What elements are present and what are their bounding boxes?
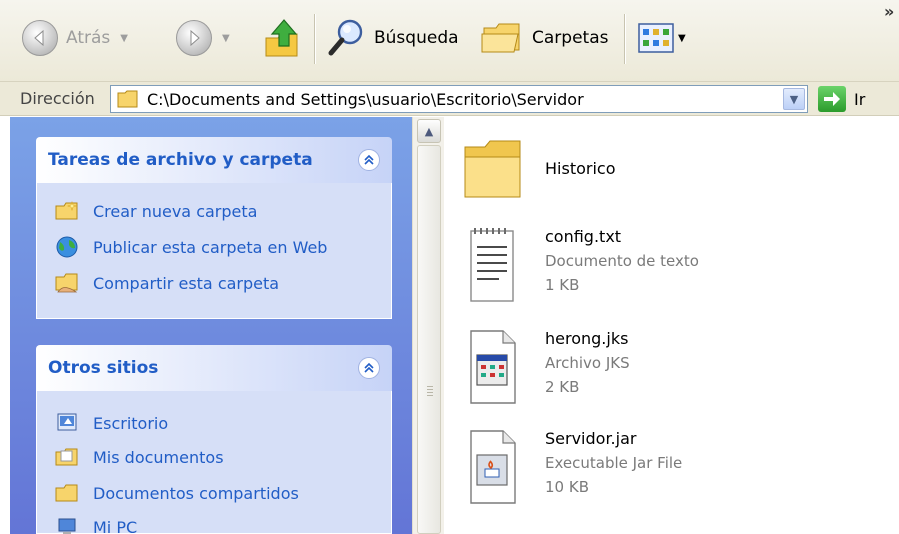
shared-documents-icon bbox=[55, 482, 79, 504]
scroll-grip bbox=[427, 389, 433, 390]
go-label: Ir bbox=[854, 89, 866, 109]
toolbar-separator bbox=[624, 14, 626, 64]
task-label: Crear nueva carpeta bbox=[93, 201, 258, 221]
task-label: Publicar esta carpeta en Web bbox=[93, 237, 328, 257]
back-button[interactable]: Atrás ▼ bbox=[22, 14, 128, 62]
scroll-thumb[interactable] bbox=[417, 145, 441, 534]
file-item-herong[interactable]: herong.jks Archivo JKS 2 KB bbox=[463, 327, 630, 404]
task-publish-web[interactable]: Publicar esta carpeta en Web bbox=[55, 233, 327, 261]
other-places-header[interactable]: Otros sitios bbox=[36, 345, 392, 391]
task-label: Mis documentos bbox=[93, 447, 224, 467]
go-arrow-icon bbox=[818, 86, 846, 112]
address-label: Dirección bbox=[20, 89, 95, 108]
file-list: Historico config.txt Documento de texto … bbox=[445, 117, 899, 534]
search-label: Búsqueda bbox=[374, 28, 459, 48]
file-name: Historico bbox=[545, 159, 616, 178]
search-button[interactable]: Búsqueda bbox=[326, 14, 459, 62]
scroll-grip bbox=[427, 395, 433, 396]
file-name: config.txt bbox=[545, 227, 622, 246]
text-file-icon bbox=[463, 225, 523, 302]
scroll-grip bbox=[427, 392, 433, 393]
task-share-folder[interactable]: Compartir esta carpeta bbox=[55, 269, 279, 297]
views-icon bbox=[638, 23, 674, 53]
up-folder-button[interactable] bbox=[262, 14, 302, 62]
place-desktop[interactable]: Escritorio bbox=[55, 409, 168, 437]
task-create-folder[interactable]: Crear nueva carpeta bbox=[55, 197, 257, 225]
file-size: 2 KB bbox=[545, 378, 580, 396]
folder-icon bbox=[117, 90, 138, 108]
address-dropdown-icon[interactable]: ▼ bbox=[783, 88, 805, 110]
folder-icon bbox=[463, 137, 523, 203]
collapse-chevron-icon[interactable] bbox=[358, 149, 380, 171]
place-shared-documents[interactable]: Documentos compartidos bbox=[55, 479, 299, 507]
file-item-historico[interactable]: Historico bbox=[463, 137, 615, 203]
file-item-servidor[interactable]: Servidor.jar Executable Jar File 10 KB bbox=[463, 427, 683, 504]
forward-arrow-icon bbox=[176, 20, 212, 56]
search-icon bbox=[328, 19, 363, 56]
toolbar-separator bbox=[314, 14, 316, 64]
my-documents-icon bbox=[55, 446, 79, 468]
folders-label: Carpetas bbox=[532, 28, 609, 48]
back-label: Atrás bbox=[66, 28, 111, 48]
back-dropdown-icon[interactable]: ▼ bbox=[120, 33, 128, 44]
my-computer-icon bbox=[55, 516, 79, 534]
publish-web-icon bbox=[55, 236, 79, 258]
file-name: herong.jks bbox=[545, 329, 629, 348]
address-bar: Dirección C:\Documents and Settings\usua… bbox=[0, 82, 899, 116]
toolbar-overflow-chevron[interactable]: » bbox=[884, 2, 894, 21]
up-folder-icon bbox=[265, 19, 298, 57]
file-tasks-header[interactable]: Tareas de archivo y carpeta bbox=[36, 137, 392, 183]
go-button[interactable]: Ir bbox=[818, 86, 865, 112]
task-pane: Tareas de archivo y carpeta Crear nueva … bbox=[10, 117, 412, 534]
other-places-body: Escritorio Mis documentos Documentos com… bbox=[36, 391, 392, 534]
new-folder-icon bbox=[55, 200, 79, 222]
file-type: Documento de texto bbox=[545, 252, 699, 270]
toolbar: Atrás ▼ ▼ Búsqueda Carpetas ▼ » bbox=[0, 0, 899, 82]
task-label: Escritorio bbox=[93, 413, 169, 433]
file-item-config[interactable]: config.txt Documento de texto 1 KB bbox=[463, 225, 699, 302]
file-tasks-body: Crear nueva carpeta Publicar esta carpet… bbox=[36, 183, 392, 319]
other-places-title: Otros sitios bbox=[48, 358, 159, 378]
jar-file-icon bbox=[463, 427, 523, 504]
task-pane-scrollbar[interactable]: ▲ bbox=[412, 117, 444, 534]
file-size: 10 KB bbox=[545, 478, 589, 496]
place-my-computer[interactable]: Mi PC bbox=[55, 513, 137, 534]
desktop-icon bbox=[55, 412, 79, 434]
views-button[interactable]: ▼ bbox=[638, 14, 686, 62]
collapse-chevron-icon[interactable] bbox=[358, 357, 380, 379]
file-type: Archivo JKS bbox=[545, 354, 630, 372]
place-my-documents[interactable]: Mis documentos bbox=[55, 443, 224, 471]
folders-icon bbox=[481, 23, 520, 53]
file-type: Executable Jar File bbox=[545, 454, 683, 472]
file-tasks-title: Tareas de archivo y carpeta bbox=[48, 150, 313, 170]
file-name: Servidor.jar bbox=[545, 429, 637, 448]
address-input[interactable]: C:\Documents and Settings\usuario\Escrit… bbox=[110, 85, 808, 113]
address-path: C:\Documents and Settings\usuario\Escrit… bbox=[147, 89, 584, 109]
views-dropdown-icon[interactable]: ▼ bbox=[678, 33, 686, 44]
task-label: Mi PC bbox=[93, 517, 138, 534]
jks-file-icon bbox=[463, 327, 523, 404]
file-size: 1 KB bbox=[545, 276, 580, 294]
forward-dropdown-icon[interactable]: ▼ bbox=[222, 33, 230, 44]
share-folder-icon bbox=[55, 272, 79, 294]
folders-button[interactable]: Carpetas bbox=[480, 14, 608, 62]
task-label: Compartir esta carpeta bbox=[93, 273, 280, 293]
scroll-up-icon[interactable]: ▲ bbox=[417, 119, 441, 143]
back-arrow-icon bbox=[22, 20, 58, 56]
scroll-grip bbox=[427, 386, 433, 387]
forward-button[interactable]: ▼ bbox=[176, 14, 230, 62]
task-label: Documentos compartidos bbox=[93, 483, 299, 503]
